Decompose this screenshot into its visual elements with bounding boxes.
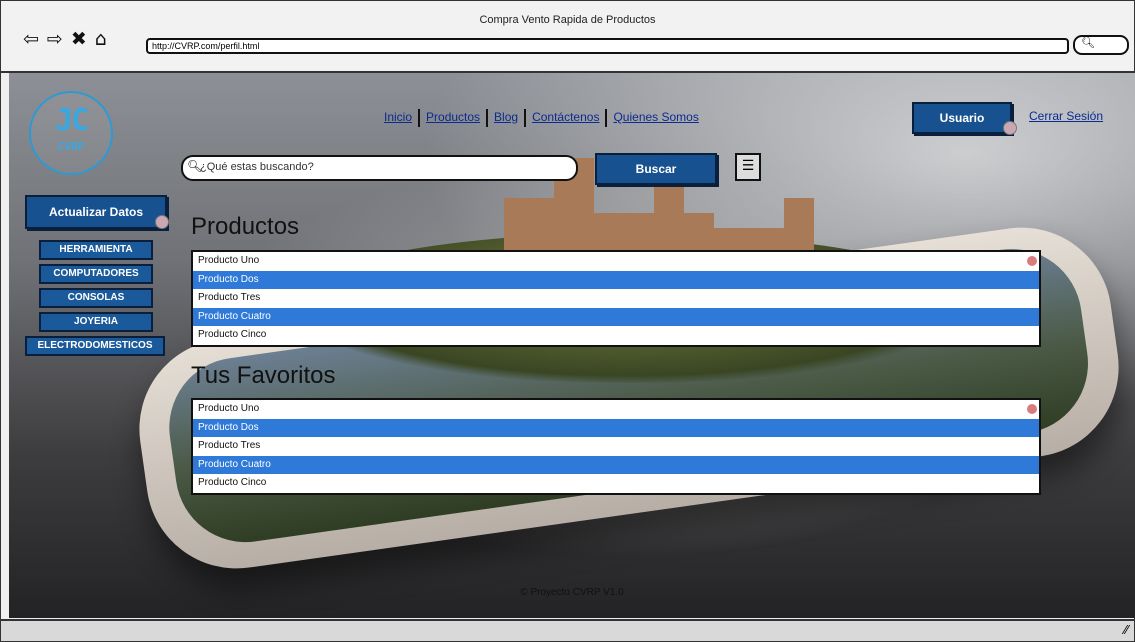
search-input[interactable]: 🔍︎ ¿Qué estas buscando? (181, 155, 578, 181)
list-item[interactable]: Producto Dos (193, 270, 1039, 290)
update-data-button[interactable]: Actualizar Datos (25, 195, 167, 229)
title-bar: Compra Vento Rapida de Productos ⇦ ⇨ ✖ ⌂… (1, 1, 1134, 73)
productos-heading: Productos (191, 213, 300, 240)
close-icon[interactable]: ✖ (71, 29, 87, 49)
scroll-icon[interactable] (1027, 404, 1037, 414)
browser-window: Compra Vento Rapida de Productos ⇦ ⇨ ✖ ⌂… (0, 0, 1135, 642)
nav-quienes-somos[interactable]: Quienes Somos (613, 110, 698, 124)
home-icon[interactable]: ⌂ (95, 29, 107, 49)
favoritos-list: Producto Uno Producto Dos Producto Tres … (191, 398, 1041, 495)
status-bar: ⁄⁄ (1, 619, 1134, 641)
list-item[interactable]: Producto Uno (193, 400, 1039, 419)
resize-grip-icon[interactable]: ⁄⁄ (1124, 623, 1128, 637)
search-button[interactable]: Buscar (595, 153, 717, 185)
filter-icon[interactable]: ☰ (735, 153, 761, 181)
user-badge-icon (1003, 121, 1017, 135)
site-logo[interactable]: JC CVRP (29, 91, 113, 175)
list-item[interactable]: Producto Tres (193, 437, 1039, 456)
list-item[interactable]: Producto Dos (193, 418, 1039, 438)
favoritos-heading: Tus Favoritos (191, 362, 336, 389)
page-content: JC CVRP Inicio Productos Blog Contáctenos Qu… (9, 73, 1135, 618)
scroll-icon[interactable] (1027, 256, 1037, 266)
list-item[interactable]: Producto Cinco (193, 474, 1039, 493)
category-herramienta[interactable]: HERRAMIENTA (39, 240, 153, 260)
window-title: Compra Vento Rapida de Productos (479, 14, 656, 26)
category-list: HERRAMIENTA COMPUTADORES CONSOLAS JOYERI… (25, 240, 165, 360)
list-item[interactable]: Producto Cinco (193, 326, 1039, 345)
category-consolas[interactable]: CONSOLAS (39, 288, 153, 308)
list-item[interactable]: Producto Cuatro (193, 455, 1039, 475)
logout-link[interactable]: Cerrar Sesión (1029, 109, 1103, 123)
category-joyeria[interactable]: JOYERIA (39, 312, 153, 332)
forward-icon[interactable]: ⇨ (47, 29, 63, 49)
top-nav: Inicio Productos Blog Contáctenos Quienes So… (384, 109, 699, 127)
nav-inicio[interactable]: Inicio (384, 110, 412, 124)
list-item[interactable]: Producto Uno (193, 252, 1039, 271)
list-item[interactable]: Producto Tres (193, 289, 1039, 308)
back-icon[interactable]: ⇦ (23, 29, 39, 49)
browser-nav: ⇦ ⇨ ✖ ⌂ (23, 29, 107, 49)
update-badge-icon (155, 215, 169, 229)
nav-blog[interactable]: Blog (494, 110, 518, 124)
search-icon: 🔍︎ (1081, 36, 1095, 49)
url-bar[interactable]: http://CVRP.com/perfil.html (146, 38, 1069, 54)
browser-search-field[interactable]: 🔍︎ (1073, 35, 1129, 55)
nav-contactenos[interactable]: Contáctenos (532, 110, 599, 124)
productos-list: Producto Uno Producto Dos Producto Tres … (191, 250, 1041, 347)
list-item[interactable]: Producto Cuatro (193, 307, 1039, 327)
footer-text: © Proyecto CVRP V1.0 (520, 587, 624, 598)
category-computadores[interactable]: COMPUTADORES (39, 264, 153, 284)
category-electrodomesticos[interactable]: ELECTRODOMESTICOS (25, 336, 165, 356)
nav-productos[interactable]: Productos (426, 110, 480, 124)
user-button[interactable]: Usuario (912, 102, 1012, 134)
